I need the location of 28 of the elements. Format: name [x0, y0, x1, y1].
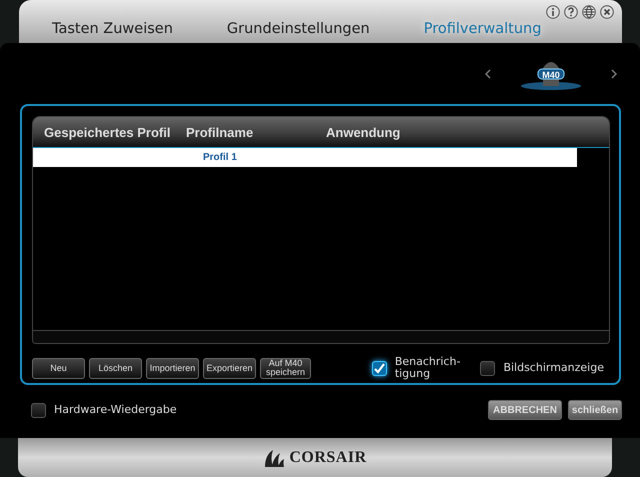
next-icon[interactable] [611, 68, 617, 78]
action-button[interactable]: Auf M40 speichern [260, 358, 311, 378]
table-row[interactable]: Profil 1 [33, 148, 577, 167]
column-header[interactable]: Profilname [186, 124, 326, 140]
close-icon[interactable] [600, 5, 614, 19]
globe-icon[interactable] [582, 5, 596, 19]
info-icon[interactable] [546, 5, 560, 19]
checkbox[interactable] [480, 360, 496, 376]
checkbox-label: Benachrich- tigung [394, 356, 460, 380]
brand-name: CORSAIR [289, 448, 367, 466]
previous-icon[interactable] [485, 68, 491, 78]
device-label: M40 [542, 70, 560, 80]
check-icon [374, 362, 385, 374]
sail-logo-icon [263, 448, 286, 468]
column-header[interactable]: Anwendung [326, 124, 400, 140]
action-button[interactable]: Exportieren [203, 358, 256, 378]
table-cell: Profil 1 [203, 152, 237, 163]
checkbox[interactable] [372, 360, 387, 376]
checkbox[interactable] [31, 402, 46, 418]
checkbox-label: Hardware-Wiedergabe [54, 404, 177, 416]
checkbox-label: Bildschirmanzeige [503, 362, 604, 374]
tab[interactable]: Tasten Zuweisen [52, 21, 173, 37]
help-icon[interactable] [564, 5, 578, 19]
action-button[interactable]: Löschen [89, 358, 142, 378]
action-button[interactable]: Importieren [146, 358, 199, 378]
tab[interactable]: Grundeinstellungen [226, 21, 370, 37]
column-header[interactable]: Gespeichertes Profil [33, 124, 186, 140]
action-button[interactable]: Neu [32, 358, 85, 378]
